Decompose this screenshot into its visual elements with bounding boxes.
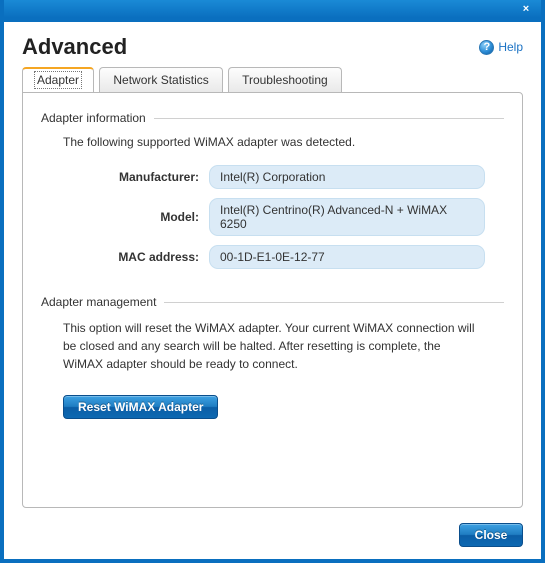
tab-adapter[interactable]: Adapter xyxy=(22,67,94,92)
label-model: Model: xyxy=(41,210,209,224)
dialog-window: × Advanced ? Help Adapter Network Statis… xyxy=(0,0,545,563)
value-mac: 00-1D-E1-0E-12-77 xyxy=(209,245,485,269)
help-icon: ? xyxy=(479,40,494,55)
value-model: Intel(R) Centrino(R) Advanced-N + WiMAX … xyxy=(209,198,485,236)
close-button[interactable]: Close xyxy=(459,523,523,547)
value-manufacturer: Intel(R) Corporation xyxy=(209,165,485,189)
adapter-mgmt-heading: Adapter management xyxy=(41,295,504,309)
adapter-info-heading: Adapter information xyxy=(41,111,504,125)
label-mac: MAC address: xyxy=(41,250,209,264)
tab-pane-adapter: Adapter information The following suppor… xyxy=(22,92,523,508)
row-manufacturer: Manufacturer: Intel(R) Corporation xyxy=(41,165,504,189)
row-mac: MAC address: 00-1D-E1-0E-12-77 xyxy=(41,245,504,269)
divider xyxy=(164,302,504,303)
page-title: Advanced xyxy=(22,34,127,60)
divider xyxy=(154,118,504,119)
tab-label: Adapter xyxy=(36,73,80,87)
header-row: Advanced ? Help xyxy=(22,34,523,60)
close-icon[interactable]: × xyxy=(519,3,533,15)
reset-button-wrap: Reset WiMAX Adapter xyxy=(63,395,504,419)
dialog-footer: Close xyxy=(459,523,523,547)
label-manufacturer: Manufacturer: xyxy=(41,170,209,184)
tab-network-statistics[interactable]: Network Statistics xyxy=(99,67,222,92)
section-title: Adapter management xyxy=(41,295,156,309)
adapter-management-section: Adapter management This option will rese… xyxy=(41,295,504,419)
row-model: Model: Intel(R) Centrino(R) Advanced-N +… xyxy=(41,198,504,236)
help-label: Help xyxy=(498,40,523,54)
tab-label: Network Statistics xyxy=(113,73,208,87)
section-title: Adapter information xyxy=(41,111,146,125)
tab-troubleshooting[interactable]: Troubleshooting xyxy=(228,67,342,92)
content-area: Advanced ? Help Adapter Network Statisti… xyxy=(4,22,541,521)
adapter-mgmt-desc: This option will reset the WiMAX adapter… xyxy=(63,319,483,373)
tab-strip: Adapter Network Statistics Troubleshooti… xyxy=(22,66,523,93)
tab-label: Troubleshooting xyxy=(242,73,328,87)
title-bar: × xyxy=(4,0,541,22)
adapter-info-intro: The following supported WiMAX adapter wa… xyxy=(63,135,504,149)
reset-wimax-adapter-button[interactable]: Reset WiMAX Adapter xyxy=(63,395,218,419)
help-link[interactable]: ? Help xyxy=(479,40,523,55)
